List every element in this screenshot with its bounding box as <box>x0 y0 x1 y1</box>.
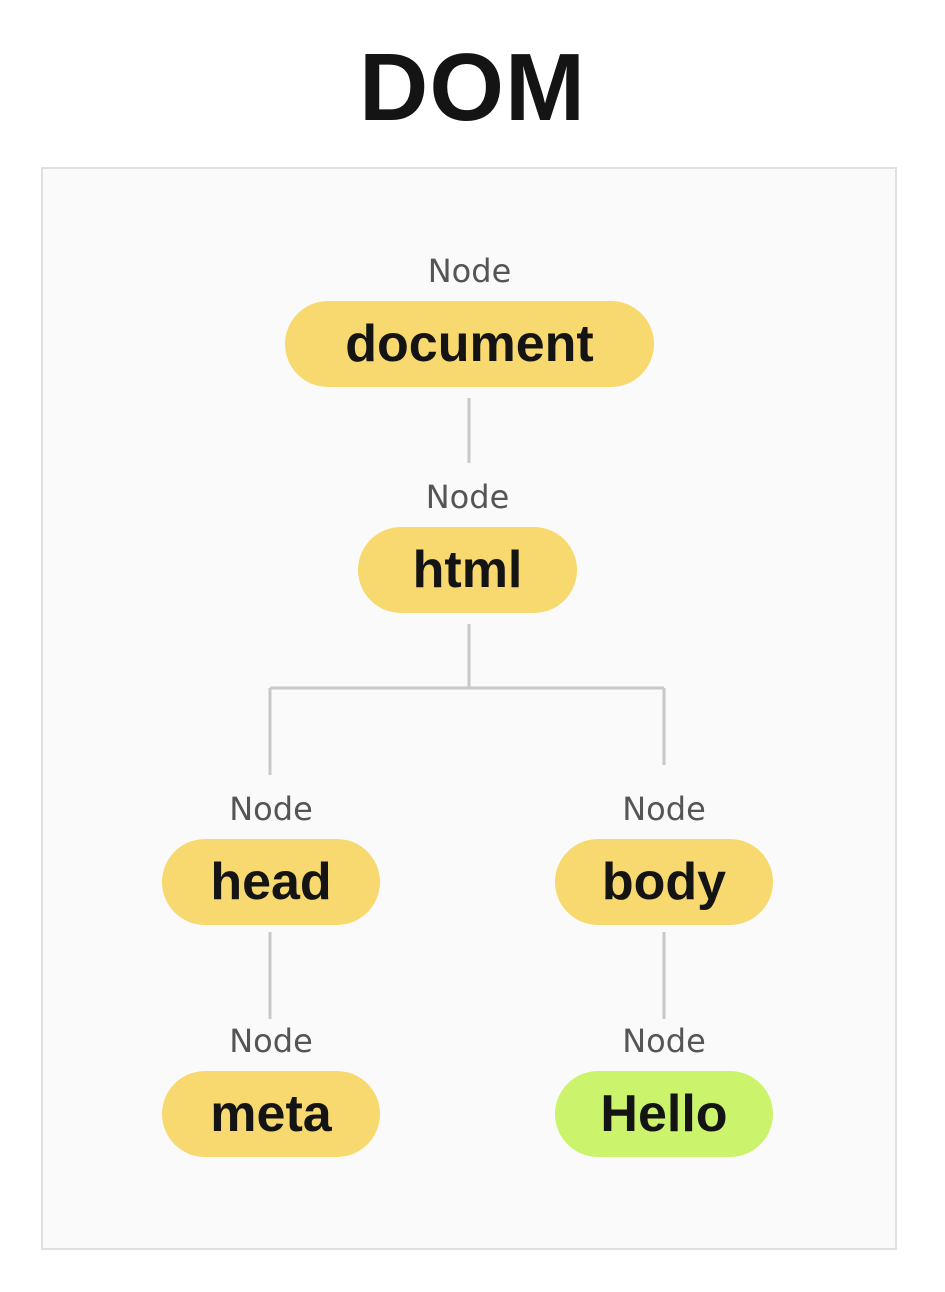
node-head: Node head <box>162 789 380 925</box>
body-node-pill: body <box>555 839 773 925</box>
meta-node-pill: meta <box>162 1071 380 1157</box>
node-document: Node document <box>285 251 654 387</box>
node-html: Node html <box>358 477 577 613</box>
node-type-label: Node <box>229 790 313 828</box>
node-type-label: Node <box>622 790 706 828</box>
node-type-label: Node <box>427 252 512 290</box>
node-hello: Node Hello <box>555 1021 773 1157</box>
head-node-pill: head <box>162 839 380 925</box>
tree-connectors <box>268 398 666 1019</box>
hello-text-node-pill: Hello <box>555 1071 773 1157</box>
html-node-pill: html <box>358 527 577 613</box>
node-type-label: Node <box>425 478 510 516</box>
node-type-label: Node <box>622 1022 706 1060</box>
node-type-label: Node <box>229 1022 313 1060</box>
document-node-pill: document <box>285 301 654 387</box>
node-meta: Node meta <box>162 1021 380 1157</box>
node-body: Node body <box>555 789 773 925</box>
